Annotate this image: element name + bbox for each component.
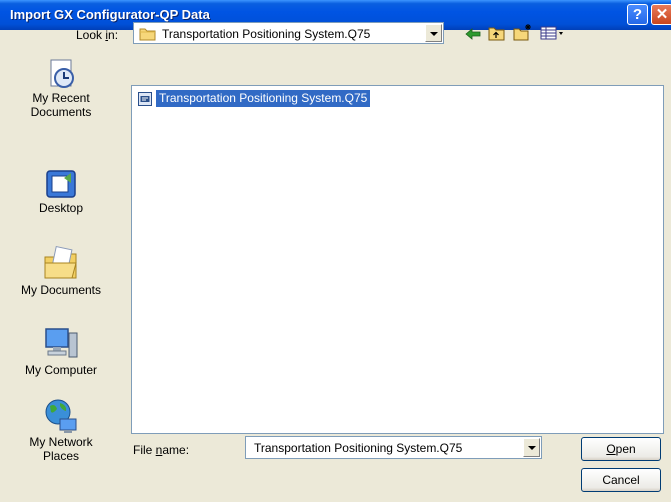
- file-list[interactable]: Transportation Positioning System.Q75: [131, 85, 664, 434]
- close-button[interactable]: ✕: [651, 4, 671, 25]
- look-in-label: Look in:: [76, 28, 119, 42]
- new-folder-icon[interactable]: [513, 23, 533, 41]
- back-icon[interactable]: [464, 26, 482, 42]
- up-folder-icon[interactable]: [488, 25, 506, 41]
- place-my-documents[interactable]: My Documents: [5, 245, 117, 297]
- desktop-icon: [46, 170, 76, 198]
- my-documents-icon: [44, 245, 77, 279]
- open-button[interactable]: Open: [581, 437, 661, 461]
- place-my-recent-documents[interactable]: My Recent Documents: [5, 57, 117, 119]
- cancel-button[interactable]: Cancel: [581, 468, 661, 492]
- file-name-field[interactable]: Transportation Positioning System.Q75: [245, 436, 542, 459]
- project-file-icon: [138, 92, 152, 106]
- file-name-text: Transportation Positioning System.Q75: [156, 90, 371, 107]
- look-in-value: Transportation Positioning System.Q75: [162, 27, 371, 41]
- network-places-icon: [45, 399, 77, 433]
- place-my-computer[interactable]: My Computer: [5, 325, 117, 377]
- place-desktop[interactable]: Desktop: [5, 167, 117, 215]
- place-my-network-places[interactable]: My Network Places: [5, 397, 117, 463]
- views-menu-icon[interactable]: [540, 25, 566, 41]
- look-in-arrow[interactable]: [425, 24, 442, 42]
- places-bar: My Recent Documents Desktop My Documents: [0, 55, 125, 480]
- recent-documents-icon: [50, 59, 74, 88]
- import-dialog: Import GX Configurator-QP Data ? ✕ Look …: [0, 0, 671, 502]
- file-name-value: Transportation Positioning System.Q75: [254, 441, 463, 455]
- look-in-dropdown[interactable]: Transportation Positioning System.Q75: [133, 22, 444, 44]
- file-name-label: File name:: [133, 443, 190, 457]
- folder-icon: [139, 28, 156, 41]
- dialog-title: Import GX Configurator-QP Data: [10, 7, 210, 22]
- help-button[interactable]: ?: [627, 4, 648, 25]
- my-computer-icon: [45, 328, 78, 358]
- file-name-arrow[interactable]: [523, 438, 540, 457]
